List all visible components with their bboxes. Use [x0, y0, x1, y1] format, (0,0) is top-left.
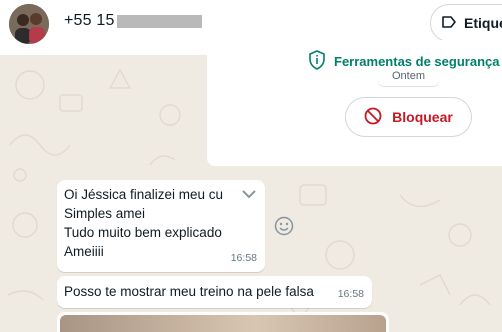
date-divider: Ontem [378, 66, 439, 86]
shield-icon [308, 50, 326, 73]
avatar[interactable] [9, 4, 49, 44]
message-time: 16:58 [337, 288, 364, 300]
block-button-label: Bloquear [392, 109, 453, 125]
label-icon [441, 15, 457, 32]
message-bubble[interactable]: Posso te mostrar meu treino na pele fals… [57, 276, 372, 308]
contact-name[interactable]: +55 15 [64, 12, 115, 30]
message-line: Ameiiii [64, 244, 104, 259]
emoji-icon[interactable] [274, 216, 294, 236]
label-button[interactable]: Etique [430, 4, 502, 42]
message-line: Oi Jéssica finalizei meu cu [64, 187, 224, 202]
message-time: 16:58 [230, 252, 257, 264]
label-button-text: Etique [464, 15, 502, 31]
image-message[interactable] [57, 312, 389, 332]
message-line: Tudo muito bem explicado [64, 225, 222, 240]
message-bubble[interactable]: Oi Jéssica finalizei meu cu Simples amei… [57, 180, 265, 272]
message-line: Simples amei [64, 206, 146, 221]
message-text: Posso te mostrar meu treino na pele fals… [64, 284, 314, 299]
block-button[interactable]: Bloquear [345, 97, 472, 137]
chevron-down-icon[interactable] [239, 186, 259, 202]
redacted-number [117, 15, 202, 28]
block-icon [364, 107, 382, 128]
message-photo[interactable] [60, 315, 386, 332]
